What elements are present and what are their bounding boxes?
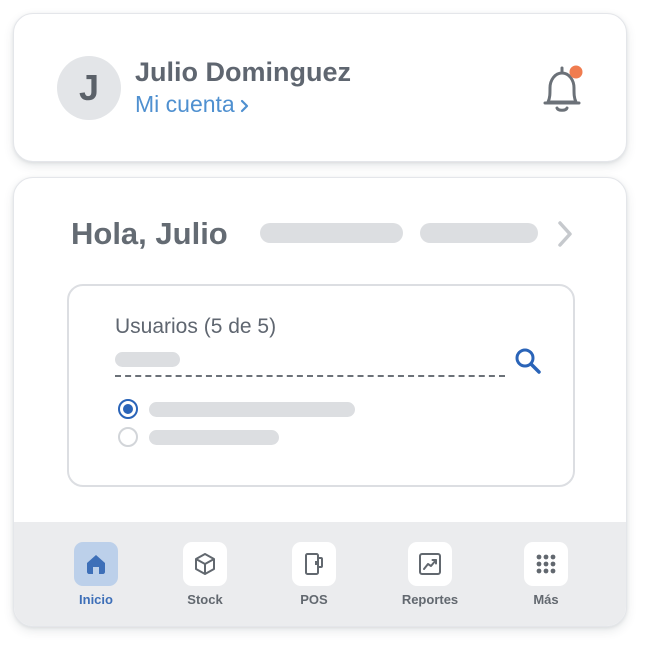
- nav-label: Más: [533, 592, 559, 607]
- grid-dots-icon: [536, 554, 556, 574]
- home-icon: [87, 555, 105, 574]
- search-icon[interactable]: [513, 346, 543, 376]
- nav-label: Inicio: [79, 592, 113, 607]
- nav-label: Stock: [187, 592, 223, 607]
- greeting-title: Hola, Julio: [71, 216, 228, 251]
- nav-item-mas[interactable]: Más: [496, 542, 596, 612]
- nav-tile: [292, 542, 336, 586]
- search-input-underline[interactable]: [115, 375, 505, 377]
- main-card: Hola, Julio Usuarios (5 de 5) Inicio Sto…: [13, 177, 627, 627]
- nav-label: Reportes: [401, 592, 459, 607]
- pos-device-icon: [305, 553, 323, 575]
- chevron-right-icon: [240, 99, 248, 113]
- nav-item-stock[interactable]: Stock: [155, 542, 255, 612]
- my-account-link[interactable]: Mi cuenta: [135, 91, 249, 118]
- placeholder-pill: [260, 223, 403, 243]
- nav-tile: [74, 542, 118, 586]
- user-option-placeholder: [149, 430, 279, 445]
- notification-bell-icon[interactable]: [538, 62, 586, 116]
- nav-tile: [524, 542, 568, 586]
- placeholder-pill: [420, 223, 538, 243]
- profile-card: J Julio Dominguez Mi cuenta: [13, 13, 627, 162]
- nav-item-reportes[interactable]: Reportes: [380, 542, 480, 612]
- chevron-right-icon[interactable]: [554, 219, 576, 249]
- nav-tile: [183, 542, 227, 586]
- nav-item-inicio[interactable]: Inicio: [46, 542, 146, 612]
- my-account-label: Mi cuenta: [135, 91, 235, 117]
- box-icon: [195, 553, 215, 575]
- user-option-placeholder: [149, 402, 355, 417]
- nav-item-pos[interactable]: POS: [264, 542, 364, 612]
- user-radio-option-selected[interactable]: [118, 399, 138, 419]
- search-input-placeholder[interactable]: [115, 352, 180, 367]
- users-panel: Usuarios (5 de 5): [67, 284, 575, 487]
- nav-tile: [408, 542, 452, 586]
- nav-label: POS: [300, 592, 328, 607]
- chart-icon: [419, 553, 441, 575]
- avatar[interactable]: J: [57, 56, 121, 120]
- user-radio-option[interactable]: [118, 427, 138, 447]
- bottom-navigation: Inicio Stock POS Reportes Más: [14, 522, 626, 626]
- notification-dot: [569, 65, 583, 79]
- user-name: Julio Dominguez: [135, 57, 351, 87]
- users-panel-title: Usuarios (5 de 5): [115, 315, 277, 338]
